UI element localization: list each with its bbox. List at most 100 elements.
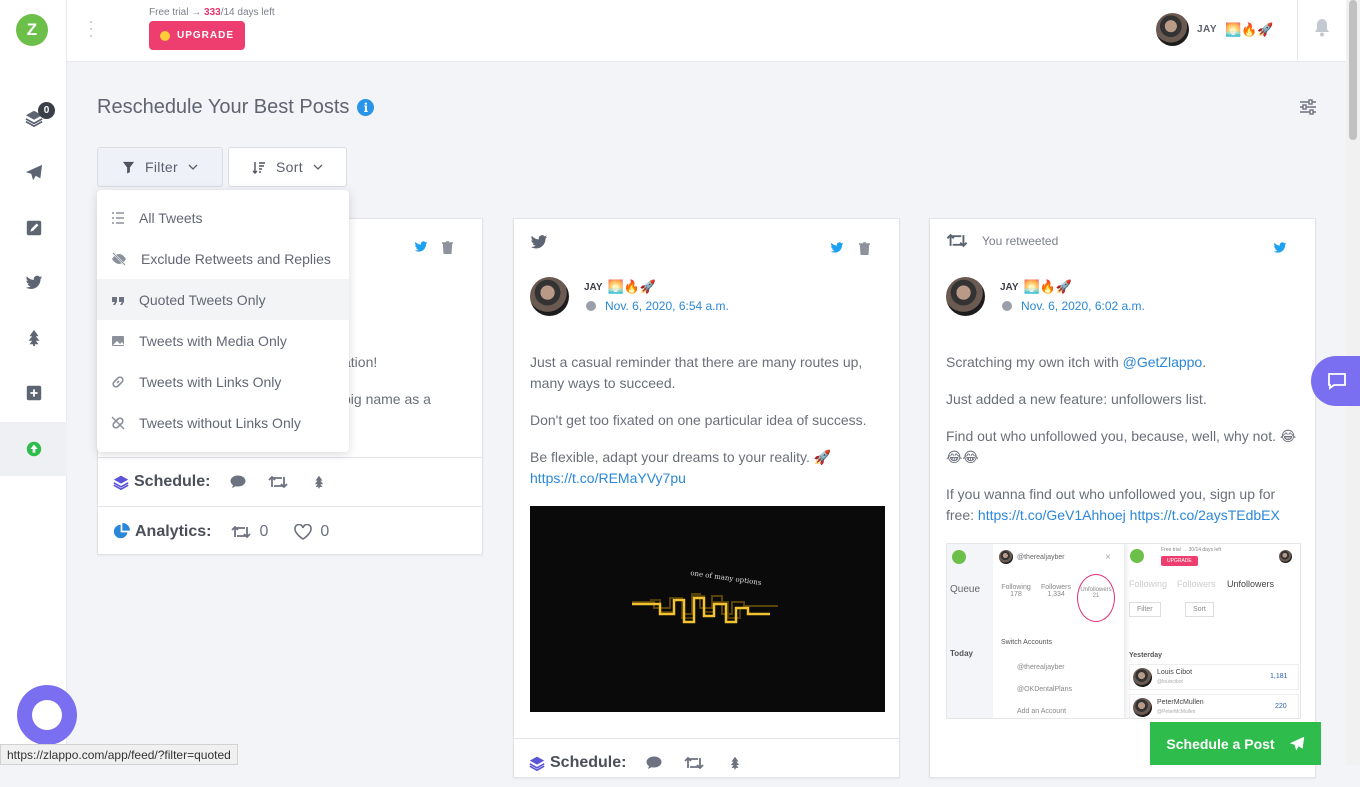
- post-text-fragment: big name as a: [343, 391, 431, 407]
- comment-icon[interactable]: [230, 475, 246, 489]
- sidebar-item-compose[interactable]: [0, 208, 67, 248]
- twitter-icon[interactable]: [1273, 242, 1287, 254]
- post-media-image[interactable]: one of many options: [530, 506, 885, 712]
- trial-prefix: Free trial: [149, 7, 189, 18]
- post-paragraph: Just a casual reminder that there are ma…: [530, 354, 863, 391]
- twitter-icon[interactable]: [830, 242, 844, 254]
- sidebar-item-evergreen[interactable]: [0, 318, 67, 358]
- sidebar-item-reschedule[interactable]: [0, 422, 67, 476]
- info-icon[interactable]: i: [357, 99, 375, 116]
- post-link[interactable]: https://t.co/2aysTEdbEX: [1130, 507, 1280, 523]
- schedule-a-post-button[interactable]: Schedule a Post: [1150, 722, 1321, 765]
- shot-person-handle: @PeterMcMullen: [1157, 709, 1196, 715]
- scrollbar-thumb[interactable]: [1349, 0, 1357, 140]
- post-date[interactable]: Nov. 6, 2020, 6:54 a.m.: [605, 299, 729, 313]
- shot-person-name: PeterMcMullen: [1157, 699, 1204, 706]
- trial-arrow: →: [191, 7, 202, 18]
- trash-icon[interactable]: [442, 241, 453, 254]
- upgrade-icon: [159, 30, 170, 41]
- sidebar-item-twitter[interactable]: [0, 263, 67, 303]
- shot-avatar: [1279, 550, 1292, 563]
- browser-status-url: https://zlappo.com/app/feed/?filter=quot…: [0, 744, 238, 765]
- chevron-down-icon: [313, 164, 323, 170]
- post-date[interactable]: Nov. 6, 2020, 6:02 a.m.: [1021, 299, 1145, 313]
- shot-stat-value: 1,334: [1047, 591, 1065, 598]
- retweet-count: 0: [259, 522, 269, 540]
- support-chat-launcher[interactable]: [17, 685, 77, 745]
- trial-used: 333: [204, 7, 221, 18]
- author-avatar: [946, 277, 985, 316]
- retweeted-row: You retweeted: [946, 233, 1058, 248]
- pie-chart-icon: [113, 523, 130, 539]
- post-media-screenshot[interactable]: Queue Today @therealjayber × Following 17…: [946, 543, 1301, 719]
- filter-option-label: Tweets without Links Only: [139, 414, 301, 431]
- avatar: [1156, 13, 1189, 46]
- post-body: Just a casual reminder that there are ma…: [530, 352, 880, 489]
- shot-stat-value: 178: [1010, 591, 1022, 598]
- retweet-icon: [946, 233, 968, 248]
- retweet-icon[interactable]: [684, 756, 705, 770]
- shot-avatar: [1133, 698, 1152, 717]
- sliders-icon[interactable]: [1299, 99, 1317, 115]
- paper-plane-icon: [1289, 736, 1304, 750]
- tree-icon[interactable]: [312, 474, 326, 490]
- shot-upgrade: UPGRADE: [1161, 556, 1198, 566]
- sort-button[interactable]: Sort: [228, 147, 347, 187]
- shot-main: Free trial → 30/14 days left UPGRADE Fol…: [1129, 544, 1300, 718]
- shot-sort: Sort: [1185, 602, 1214, 617]
- post-paragraph: Be flexible, adapt your dreams to your r…: [530, 449, 832, 465]
- shot-filter: Filter: [1129, 602, 1161, 617]
- sort-icon: [252, 161, 266, 174]
- twitter-icon[interactable]: [414, 241, 428, 253]
- filter-option-label: All Tweets: [139, 209, 203, 226]
- filter-option-label: Exclude Retweets and Replies: [141, 250, 331, 267]
- shot-sidebar: [947, 544, 993, 718]
- author-name: JAY: [584, 281, 603, 293]
- shot-add-account: Add an Account: [1017, 708, 1067, 715]
- retweet-icon[interactable]: [268, 475, 289, 489]
- comment-icon[interactable]: [646, 756, 662, 770]
- post-card: JAY 🌅🔥🚀 Nov. 6, 2020, 6:54 a.m. Just a c…: [513, 218, 900, 778]
- upgrade-button[interactable]: UPGRADE: [149, 21, 245, 50]
- shot-person-handle: @louiscibot: [1157, 679, 1183, 685]
- tree-icon[interactable]: [728, 755, 742, 771]
- status-url-text: https://zlappo.com/app/feed/?filter=quot…: [7, 747, 231, 762]
- post-link[interactable]: https://t.co/GeV1Ahhoej: [978, 507, 1126, 523]
- post-paragraph: Find out who unfollowed you, because, we…: [946, 428, 1297, 465]
- mention-link[interactable]: @GetZlappo: [1123, 354, 1203, 370]
- arrow-up-circle-icon: [26, 441, 41, 457]
- post-card: You retweeted JAY 🌅🔥🚀 Nov. 6, 2020, 6:02…: [929, 218, 1316, 778]
- user-menu[interactable]: JAY 🌅🔥🚀: [1156, 13, 1274, 46]
- filter-option-quoted[interactable]: Quoted Tweets Only: [97, 279, 349, 320]
- shot-switch-accounts: Switch Accounts: [1001, 639, 1052, 646]
- schedule-row: Schedule:: [514, 738, 899, 787]
- sidebar-item-add[interactable]: [0, 373, 67, 413]
- filter-option-all[interactable]: All Tweets: [97, 197, 349, 238]
- app-logo[interactable]: Z: [16, 14, 48, 46]
- shot-queue: Queue: [950, 584, 981, 595]
- sidebar-item-send[interactable]: [0, 153, 67, 193]
- heart-icon: [294, 523, 313, 540]
- bell-icon[interactable]: [1313, 18, 1331, 37]
- shot-person-count: 1,181: [1270, 673, 1288, 680]
- shot-person-name: Louis Cibot: [1157, 669, 1193, 676]
- feedback-chat-button[interactable]: [1311, 356, 1360, 406]
- schedule-label: Schedule:: [550, 754, 627, 771]
- filter-option-label: Quoted Tweets Only: [139, 291, 266, 308]
- filter-option-no-links[interactable]: Tweets without Links Only: [97, 402, 349, 443]
- filter-option-exclude-retweets[interactable]: Exclude Retweets and Replies: [97, 238, 349, 279]
- more-vertical-icon[interactable]: · · ·: [88, 12, 94, 44]
- filter-button[interactable]: Filter: [97, 147, 223, 187]
- post-text: Scratching my own itch with: [946, 354, 1123, 370]
- filter-option-links[interactable]: Tweets with Links Only: [97, 361, 349, 402]
- shot-logo: [1130, 549, 1144, 563]
- sidebar-item-queue[interactable]: 0: [0, 98, 67, 138]
- post-link[interactable]: https://t.co/REMaYVy7pu: [530, 470, 686, 486]
- quote-icon: [112, 296, 124, 305]
- user-emojis: 🌅🔥🚀: [1225, 21, 1274, 37]
- filter-option-media[interactable]: Tweets with Media Only: [97, 320, 349, 361]
- author-emojis: 🌅🔥🚀: [1023, 279, 1073, 294]
- chat-icon: [32, 700, 62, 730]
- trash-icon[interactable]: [859, 242, 870, 255]
- eye-slash-icon: [112, 251, 126, 266]
